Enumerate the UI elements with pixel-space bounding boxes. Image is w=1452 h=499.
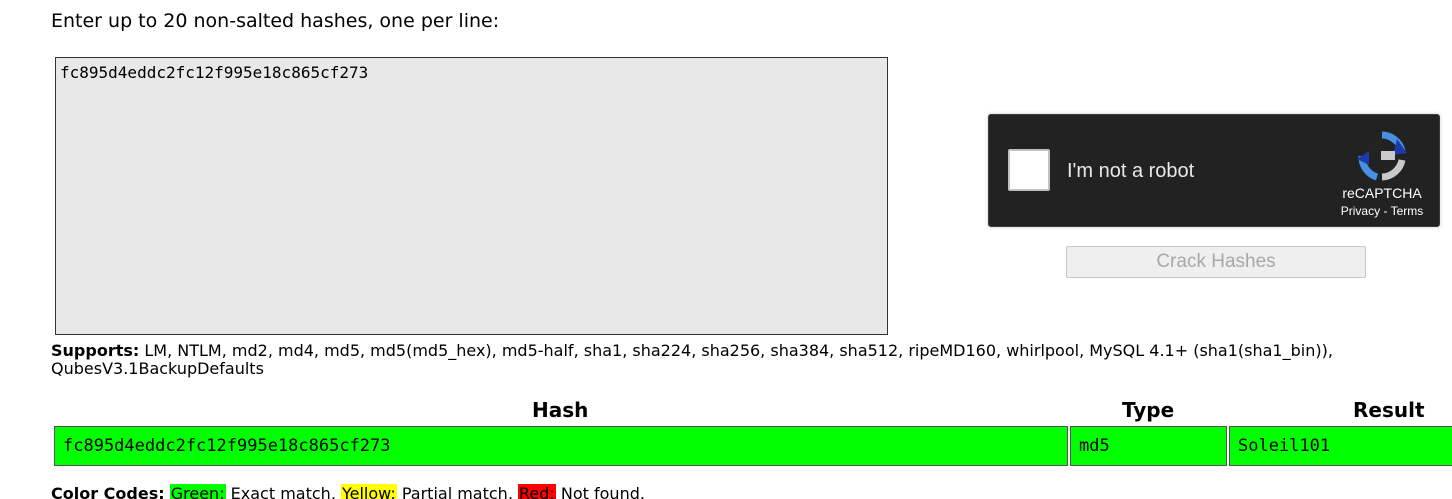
hashes-input[interactable]: fc895d4eddc2fc12f995e18c865cf273 [55, 57, 888, 335]
results-header-hash: Hash [532, 398, 589, 422]
result-cell-result: Soleil101 [1229, 426, 1452, 466]
recaptcha-widget: I'm not a robot reCAPTCHA Privacy - Term… [988, 114, 1440, 227]
recaptcha-privacy-link[interactable]: Privacy [1341, 204, 1380, 218]
legend-yellow-swatch: Yellow: [340, 484, 397, 499]
legend-red-swatch: Red: [518, 484, 556, 499]
recaptcha-links: Privacy - Terms [1319, 203, 1445, 219]
recaptcha-brand-text: reCAPTCHA [1342, 185, 1422, 201]
legend-green-text: Exact match, [225, 484, 341, 499]
recaptcha-terms-link[interactable]: Terms [1391, 204, 1424, 218]
color-codes-legend: Color Codes: Green: Exact match, Yellow:… [51, 484, 645, 499]
legend-red-text: Not found. [555, 484, 645, 499]
recaptcha-checkbox[interactable] [1008, 149, 1050, 191]
result-cell-type: md5 [1070, 426, 1227, 466]
recaptcha-checkbox-label: I'm not a robot [1067, 160, 1195, 182]
color-codes-label: Color Codes: [51, 484, 165, 499]
recaptcha-logo-icon [1357, 131, 1407, 181]
recaptcha-links-separator: - [1380, 204, 1391, 218]
legend-yellow-text: Partial match, [396, 484, 518, 499]
result-cell-hash: fc895d4eddc2fc12f995e18c865cf273 [54, 426, 1068, 466]
hashes-prompt-label: Enter up to 20 non-salted hashes, one pe… [51, 10, 500, 32]
crack-hashes-button[interactable]: Crack Hashes [1066, 246, 1366, 278]
legend-green-swatch: Green: [169, 484, 226, 499]
crackstation-page: Enter up to 20 non-salted hashes, one pe… [0, 0, 1452, 499]
results-header-type: Type [1122, 398, 1175, 422]
results-header-result: Result [1353, 398, 1425, 422]
supported-hash-types: Supports: LM, NTLM, md2, md4, md5, md5(m… [51, 342, 1441, 378]
supports-list: LM, NTLM, md2, md4, md5, md5(md5_hex), m… [51, 341, 1333, 378]
supports-label: Supports: [51, 341, 140, 360]
